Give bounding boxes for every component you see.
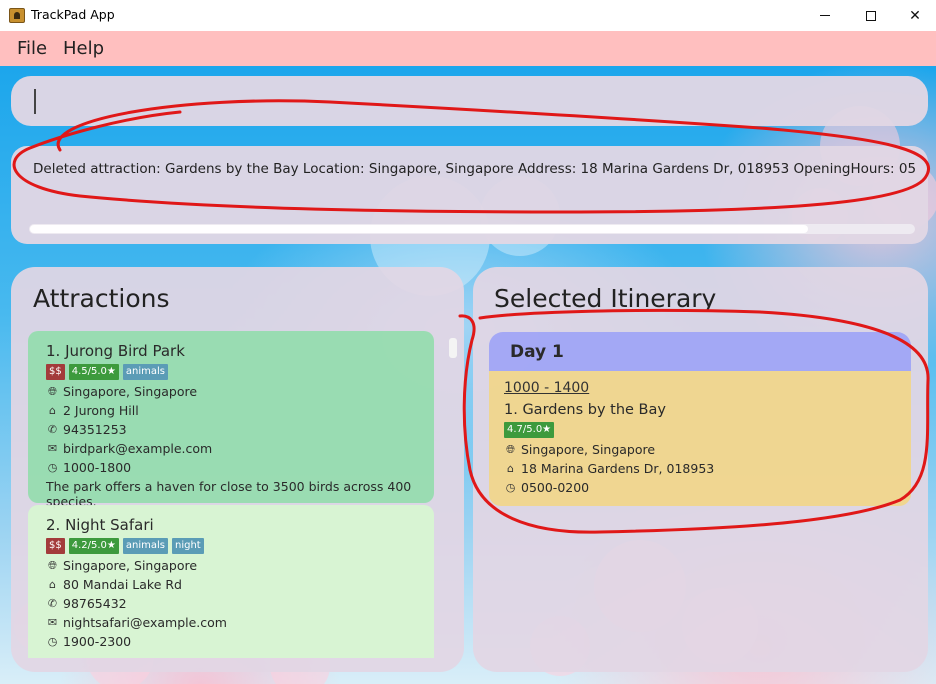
day-label: Day 1 [510,342,564,362]
address-row: ⌂ 18 Marina Gardens Dr, 018953 [504,459,911,478]
slot-attraction-name: 1. Gardens by the Bay [504,402,666,418]
price-tag: $$ [46,364,65,380]
menu-bar: File Help [0,31,936,66]
day-header[interactable]: Day 1 [489,332,911,371]
title-bar: TrackPad App ✕ [0,0,936,31]
menu-help[interactable]: Help [63,38,104,59]
rating-tag: 4.5/5.0★ [68,364,119,380]
hours-row: ◷ 1000-1800 [46,458,434,477]
tag-row: $$ 4.2/5.0★ animals night [46,538,434,554]
app-icon [9,8,25,23]
location-row: 🌐︎ Singapore, Singapore [504,440,911,459]
address-text: 18 Marina Gardens Dr, 018953 [521,461,715,476]
home-icon: ⌂ [507,462,514,475]
location-text: Singapore, Singapore [521,442,656,457]
category-tag: animals [122,364,168,380]
phone-row: ✆ 98765432 [46,594,434,613]
clock-icon: ◷ [47,461,58,474]
rating-tag: 4.7/5.0★ [504,422,555,438]
attraction-name: 2. Night Safari [46,516,154,534]
attraction-name: 1. Jurong Bird Park [46,342,185,360]
attractions-list[interactable]: 1. Jurong Bird Park $$ 4.5/5.0★ animals … [28,331,435,658]
clock-icon: ◷ [505,481,516,494]
close-button[interactable]: ✕ [892,0,936,31]
slot-time: 1000 - 1400 [504,380,590,396]
address-text: 80 Mandai Lake Rd [63,577,182,592]
address-row: ⌂ 80 Mandai Lake Rd [46,575,434,594]
address-row: ⌂ 2 Jurong Hill [46,401,434,420]
email-row: ✉ birdpark@example.com [46,439,434,458]
rating-tag: 4.2/5.0★ [68,538,119,554]
hours-text: 0500-0200 [521,480,590,495]
location-row: 🌐︎ Singapore, Singapore [46,382,434,401]
hours-row: ◷ 1900-2300 [46,632,434,651]
price-tag: $$ [46,538,65,554]
phone-text: 94351253 [63,422,127,437]
category-tag: night [171,538,204,554]
itinerary-panel: Selected Itinerary Day 1 1000 - 1400 1. … [473,267,928,672]
category-tag: animals [122,538,168,554]
location-row: 🌐︎ Singapore, Singapore [46,556,434,575]
mail-icon: ✉ [47,442,58,455]
email-text: birdpark@example.com [63,441,213,456]
maximize-button[interactable] [848,0,894,31]
phone-text: 98765432 [63,596,127,611]
command-input[interactable] [11,76,928,126]
phone-icon: ✆ [47,423,58,436]
result-display: Deleted attraction: Gardens by the Bay L… [11,146,928,244]
text-caret [34,89,36,114]
clock-icon: ◷ [47,635,58,648]
hours-text: 1900-2300 [63,634,132,649]
tag-row: 4.7/5.0★ [504,422,911,438]
minimize-button[interactable] [802,0,848,31]
attraction-card[interactable]: 1. Jurong Bird Park $$ 4.5/5.0★ animals … [28,331,434,509]
itinerary-title: Selected Itinerary [494,284,717,313]
attraction-card[interactable]: 2. Night Safari $$ 4.2/5.0★ animals nigh… [28,505,434,658]
home-icon: ⌂ [49,404,56,417]
result-message: Deleted attraction: Gardens by the Bay L… [33,161,915,177]
maximize-icon [866,10,876,21]
email-row: ✉ nightsafari@example.com [46,613,434,632]
location-text: Singapore, Singapore [63,558,198,573]
globe-icon: 🌐︎ [48,385,57,398]
attractions-scrollbar[interactable] [449,338,457,358]
result-scrollbar-thumb[interactable] [30,225,808,233]
tag-row: $$ 4.5/5.0★ animals [46,364,434,380]
location-text: Singapore, Singapore [63,384,198,399]
hours-row: ◷ 0500-0200 [504,478,911,497]
email-text: nightsafari@example.com [63,615,227,630]
mail-icon: ✉ [47,616,58,629]
hours-text: 1000-1800 [63,460,132,475]
globe-icon: 🌐︎ [506,443,515,456]
minimize-icon [820,15,830,16]
time-slot-card[interactable]: 1000 - 1400 1. Gardens by the Bay 4.7/5.… [489,371,911,506]
globe-icon: 🌐︎ [48,559,57,572]
window-title: TrackPad App [31,7,115,22]
home-icon: ⌂ [49,578,56,591]
menu-file[interactable]: File [17,38,47,59]
attractions-panel: Attractions 1. Jurong Bird Park $$ 4.5/5… [11,267,464,672]
close-icon: ✕ [909,7,921,24]
attractions-title: Attractions [33,284,170,313]
phone-row: ✆ 94351253 [46,420,434,439]
address-text: 2 Jurong Hill [63,403,139,418]
phone-icon: ✆ [47,597,58,610]
